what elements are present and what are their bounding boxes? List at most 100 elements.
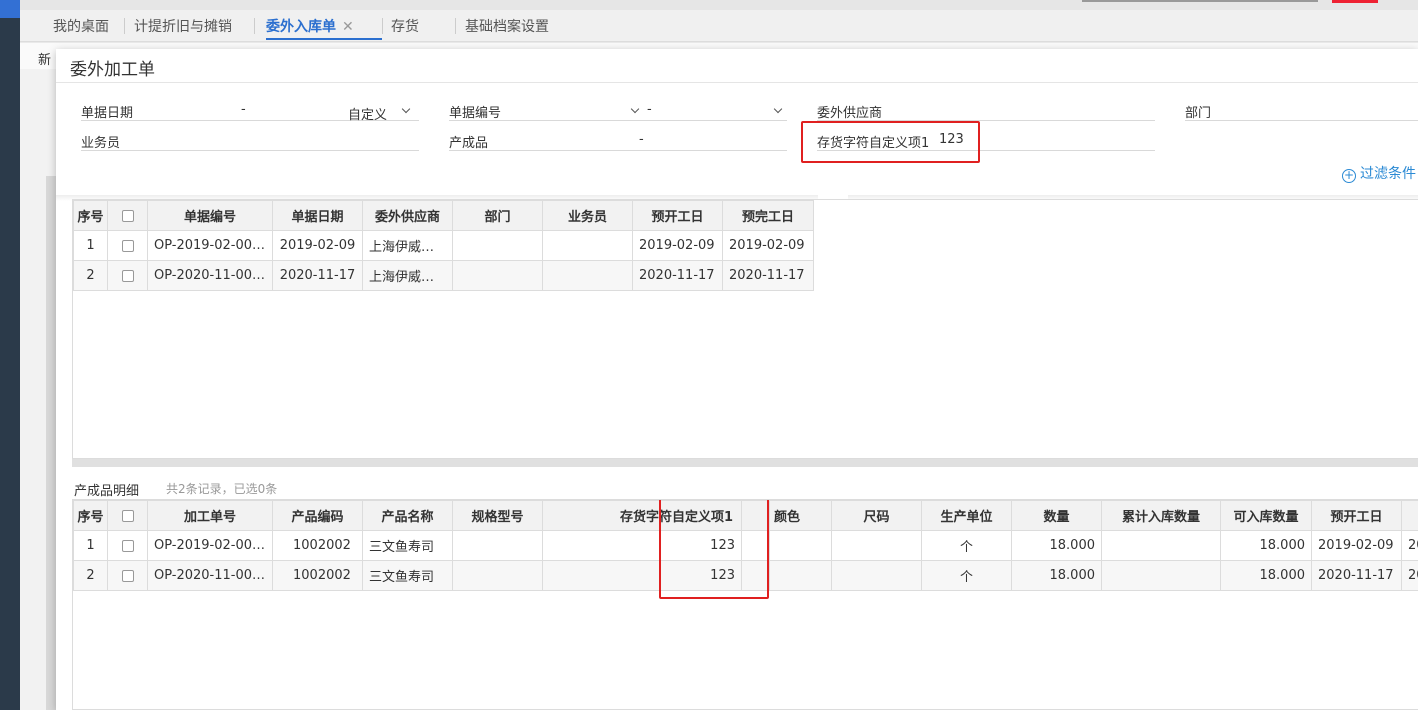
chevron-down-icon[interactable]	[630, 104, 640, 114]
col-dept[interactable]: 部门	[452, 200, 543, 231]
cell-select[interactable]	[107, 560, 148, 591]
plus-circle-icon: +	[1342, 168, 1356, 183]
dialog-title: 委外加工单	[70, 60, 155, 80]
cell-doc-date: 2020-11-17	[272, 260, 363, 291]
cell-size	[831, 560, 922, 591]
cell-color	[769, 530, 832, 561]
cell-select[interactable]	[107, 230, 148, 261]
cell-select[interactable]	[107, 260, 148, 291]
col-unit[interactable]: 生产单位	[921, 500, 1012, 531]
cell-size	[831, 530, 922, 561]
cell-doc-no[interactable]: OP-2020-11-0001	[147, 260, 273, 291]
col-stocked-qty[interactable]: 累计入库数量	[1101, 500, 1221, 531]
tab-label: 委外入库单	[266, 19, 336, 35]
cell-end: 2019-02-09	[722, 230, 814, 261]
detail-count: 共2条记录，已选0条	[166, 482, 278, 496]
product-label: 产成品	[449, 136, 489, 151]
cell-salesman	[542, 260, 633, 291]
col-color[interactable]: 颜色	[769, 500, 832, 531]
col-spec[interactable]: 规格型号	[452, 500, 543, 531]
salesman-label: 业务员	[81, 136, 121, 151]
logo-block	[0, 0, 20, 18]
checkbox[interactable]	[121, 239, 134, 252]
tab-depreciation[interactable]: 计提折旧与摊销	[134, 16, 232, 40]
col-next[interactable]	[1401, 500, 1418, 531]
cell-dept	[452, 230, 543, 261]
app-tab-bar: 我的桌面 计提折旧与摊销 委外入库单 ✕ 存货 基础档案设置	[20, 0, 1418, 42]
alert-badge[interactable]	[1332, 0, 1378, 3]
supplier-field[interactable]: 委外供应商	[817, 99, 1155, 121]
cell-qty: 18.000	[1011, 530, 1102, 561]
col-doc-no[interactable]: 单据编号	[147, 200, 273, 231]
tab-inventory[interactable]: 存货	[391, 16, 419, 40]
checkbox[interactable]	[121, 569, 134, 582]
cell-start: 2019-02-09	[1311, 530, 1402, 561]
cell-seq: 1	[73, 530, 108, 561]
close-icon[interactable]: ✕	[342, 19, 354, 35]
cell-product-code: 1002002	[272, 560, 363, 591]
col-supplier[interactable]: 委外供应商	[362, 200, 453, 231]
highlight-box	[801, 121, 980, 163]
cell-unit: 个	[921, 530, 1012, 561]
doc-date-mode[interactable]: 自定义	[348, 104, 387, 123]
tab-separator	[382, 18, 383, 34]
col-available-qty[interactable]: 可入库数量	[1220, 500, 1312, 531]
doc-no-field[interactable]: 单据编号 -	[449, 99, 787, 121]
cell-order-no[interactable]: OP-2020-11-0001	[147, 560, 273, 591]
cell-spec	[452, 560, 543, 591]
cell-end: 2020-11-17	[722, 260, 814, 291]
col-product-code[interactable]: 产品编码	[272, 500, 363, 531]
filter-area: 单据日期 - 自定义 单据编号 - 委外供应商 部门 业务员 产成品 - 存货字…	[56, 83, 1418, 195]
col-start[interactable]: 预开工日	[632, 200, 723, 231]
col-select-all[interactable]	[107, 500, 148, 531]
checkbox[interactable]	[121, 269, 134, 282]
dept-field[interactable]: 部门	[1185, 99, 1418, 121]
tab-outsourced-receipt[interactable]: 委外入库单 ✕	[266, 16, 382, 40]
tab-basic-settings[interactable]: 基础档案设置	[465, 16, 549, 40]
filter-conditions-label: 过滤条件	[1360, 166, 1416, 182]
col-product-name[interactable]: 产品名称	[362, 500, 453, 531]
col-order-no[interactable]: 加工单号	[147, 500, 273, 531]
cell-spec	[452, 530, 543, 561]
table-row[interactable]: 2 OP-2020-11-0001 2020-11-17 上海伊威… 2020-…	[73, 260, 814, 291]
col-qty[interactable]: 数量	[1011, 500, 1102, 531]
cell-doc-date: 2019-02-09	[272, 230, 363, 261]
cell-dept	[452, 260, 543, 291]
cell-doc-no[interactable]: OP-2019-02-0001	[147, 230, 273, 261]
splitter-handle[interactable]	[72, 459, 1418, 467]
chevron-down-icon[interactable]	[401, 104, 411, 114]
doc-no-label: 单据编号	[449, 106, 502, 121]
col-end[interactable]: 预完工日	[722, 200, 814, 231]
checkbox[interactable]	[121, 509, 134, 522]
cell-seq: 2	[73, 260, 108, 291]
col-doc-date[interactable]: 单据日期	[272, 200, 363, 231]
cell-unit: 个	[921, 560, 1012, 591]
tab-desktop[interactable]: 我的桌面	[53, 16, 109, 40]
search-input[interactable]	[1082, 0, 1318, 2]
tab-separator	[254, 18, 255, 34]
cell-seq: 2	[73, 560, 108, 591]
filter-conditions-link[interactable]: + 过滤条件	[1342, 163, 1416, 183]
doc-date-field[interactable]: 单据日期 - 自定义	[81, 99, 419, 123]
cell-select[interactable]	[107, 530, 148, 561]
new-button[interactable]: 新	[38, 49, 51, 68]
col-salesman[interactable]: 业务员	[542, 200, 633, 231]
highlight-box	[659, 500, 769, 599]
cell-order-no[interactable]: OP-2019-02-0001	[147, 530, 273, 561]
checkbox[interactable]	[121, 209, 134, 222]
salesman-field[interactable]: 业务员	[81, 129, 419, 151]
chevron-down-icon[interactable]	[773, 104, 783, 114]
col-select-all[interactable]	[107, 200, 148, 231]
cell-start: 2020-11-17	[1311, 560, 1402, 591]
outsourced-order-dialog: 委外加工单 单据日期 - 自定义 单据编号 - 委外供应商 部门 业务员 产成品…	[56, 49, 1418, 710]
product-field[interactable]: 产成品 -	[449, 129, 787, 151]
tab-separator	[124, 18, 125, 34]
doc-date-label: 单据日期	[81, 106, 134, 121]
col-size[interactable]: 尺码	[831, 500, 922, 531]
col-start[interactable]: 预开工日	[1311, 500, 1402, 531]
cell-supplier: 上海伊威…	[362, 260, 453, 291]
checkbox[interactable]	[121, 539, 134, 552]
cell-available-qty: 18.000	[1220, 560, 1312, 591]
cell-available-qty: 18.000	[1220, 530, 1312, 561]
table-row[interactable]: 1 OP-2019-02-0001 2019-02-09 上海伊威… 2019-…	[73, 230, 814, 261]
